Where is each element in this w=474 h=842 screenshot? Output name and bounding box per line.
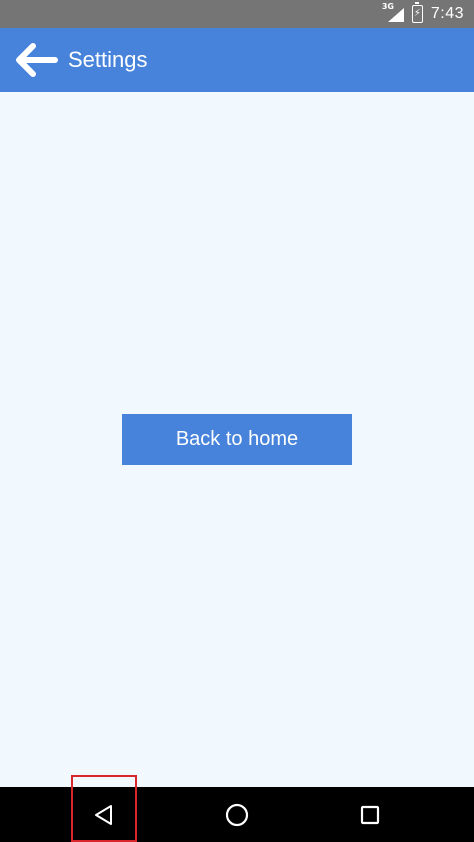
back-triangle-icon <box>95 804 112 825</box>
status-icons: 3G ⚡ 7:43 <box>382 2 464 23</box>
back-to-home-button[interactable]: Back to home <box>122 414 352 465</box>
status-clock: 7:43 <box>430 5 464 22</box>
app-bar: Settings <box>0 28 474 92</box>
home-circle-icon <box>225 803 249 826</box>
signal-icon: 3G <box>382 2 404 23</box>
system-nav-bar <box>0 787 474 842</box>
main-content: Back to home <box>0 92 474 787</box>
nav-home-button[interactable] <box>205 787 269 842</box>
nav-back-button[interactable] <box>72 787 136 842</box>
arrow-left-icon <box>16 43 58 77</box>
back-arrow-button[interactable] <box>0 28 68 92</box>
recents-square-icon <box>360 805 380 824</box>
nav-recents-button[interactable] <box>338 787 402 842</box>
battery-charging-icon: ⚡ <box>411 2 423 23</box>
page-title: Settings <box>68 47 148 72</box>
status-bar: 3G ⚡ 7:43 <box>0 0 474 28</box>
